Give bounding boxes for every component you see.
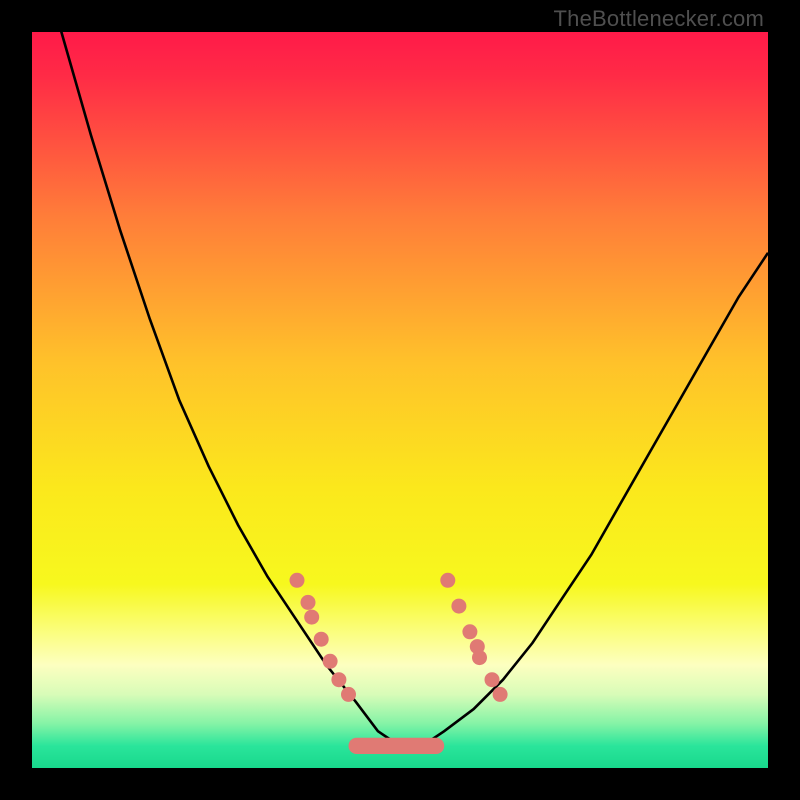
scatter-point: [485, 672, 500, 687]
scatter-point: [493, 687, 508, 702]
chart-svg: [32, 32, 768, 768]
valley-bar: [349, 738, 445, 754]
scatter-point: [462, 624, 477, 639]
scatter-point: [472, 650, 487, 665]
scatter-point: [314, 632, 329, 647]
scatter-point: [323, 654, 338, 669]
scatter-point: [290, 573, 305, 588]
scatter-point: [331, 672, 346, 687]
watermark-text: TheBottlenecker.com: [554, 6, 764, 32]
scatter-point: [440, 573, 455, 588]
scatter-point: [304, 610, 319, 625]
plot-area: [32, 32, 768, 768]
scatter-point: [451, 599, 466, 614]
chart-container: TheBottlenecker.com: [0, 0, 800, 800]
scatter-point: [341, 687, 356, 702]
scatter-point: [301, 595, 316, 610]
gradient-background: [32, 32, 768, 768]
